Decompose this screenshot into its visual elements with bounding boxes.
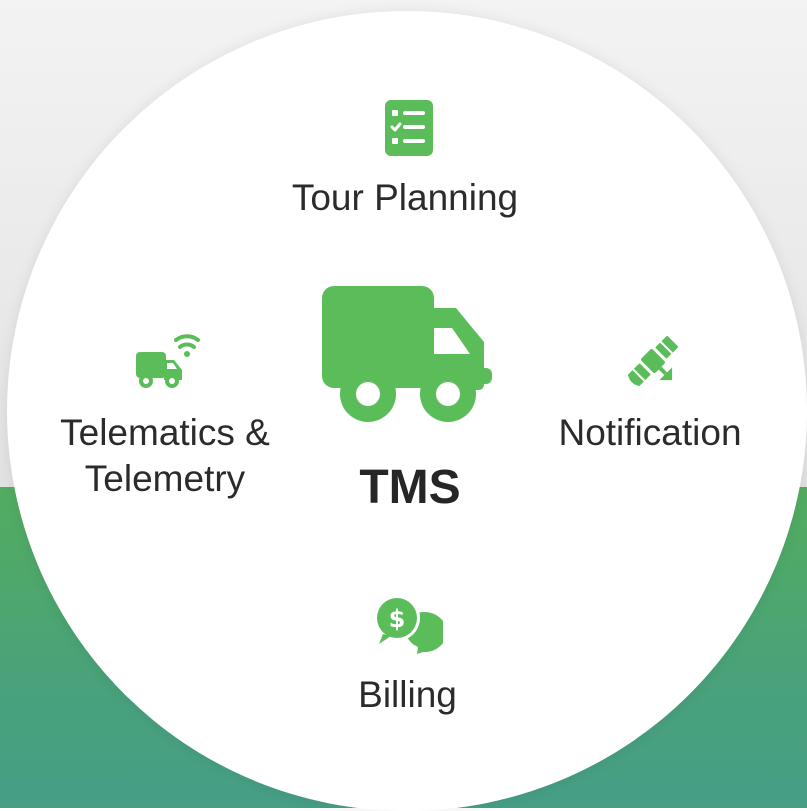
chat-dollar-icon: $ [374,596,443,654]
telematics-label-line1: Telematics & [60,412,270,453]
truck-icon [322,286,492,422]
wifi-truck-icon [136,334,200,388]
satellite-icon [627,335,679,387]
tour-planning-label: Tour Planning [291,177,519,218]
telematics-label-line2: Telemetry [84,458,246,499]
svg-text:$: $ [389,605,406,633]
tms-title: TMS [359,461,461,514]
notification-label: Notification [558,412,742,453]
billing-label: Billing [358,674,457,715]
checklist-icon [385,100,433,156]
